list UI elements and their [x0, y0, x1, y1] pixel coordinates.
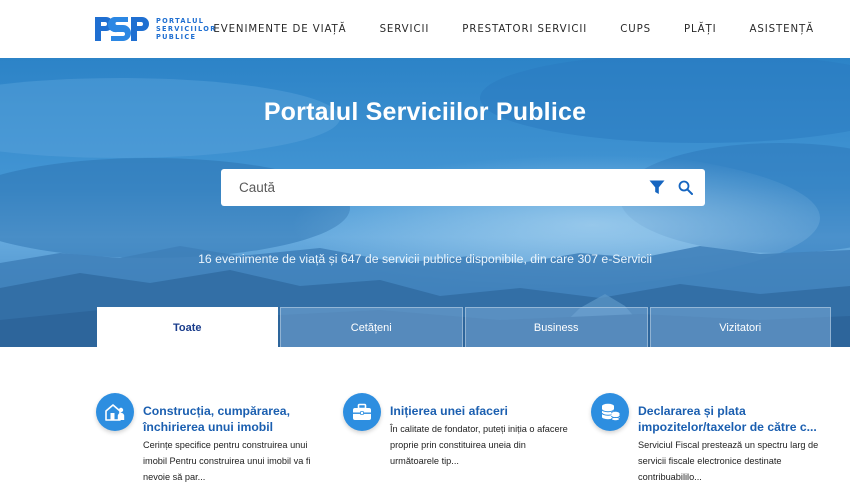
- page-title: Portalul Serviciilor Publice: [263, 98, 587, 126]
- card-description: Serviciul Fiscal prestează un spectru la…: [638, 437, 828, 485]
- nav-life-events[interactable]: EVENIMENTE DE VIAȚĂ: [213, 24, 346, 35]
- card-title[interactable]: Declararea și plata impozitelor/taxelor …: [638, 403, 828, 435]
- card-title-line: închirierea unui imobil: [143, 420, 274, 434]
- card-title[interactable]: Construcția, cumpărarea, închirierea unu…: [143, 403, 333, 435]
- house-person-icon: [105, 404, 125, 421]
- nav-services[interactable]: SERVICII: [380, 24, 430, 35]
- card-desc-line: nevoie să par...: [143, 472, 206, 482]
- search-input[interactable]: [221, 169, 705, 206]
- card-title-line: Construcția, cumpărarea,: [143, 404, 290, 418]
- card-description: În calitate de fondator, puteți iniția o…: [390, 421, 580, 469]
- card-body: Declararea și plata impozitelor/taxelor …: [638, 403, 828, 485]
- card-desc-line: proprie prin constituirea uneia din: [390, 440, 526, 450]
- services-stats: 16 evenimente de viață și 647 de servici…: [198, 252, 652, 266]
- tab-all[interactable]: Toate: [97, 307, 278, 347]
- tab-citizens[interactable]: Cetățeni: [279, 307, 463, 347]
- search-bar: [221, 169, 705, 206]
- card-description: Cerințe specifice pentru construirea unu…: [143, 437, 333, 485]
- card-title[interactable]: Inițierea unei afaceri: [390, 403, 580, 419]
- nav-cups[interactable]: CUPS: [620, 24, 651, 35]
- card-body: Inițierea unei afaceri În calitate de fo…: [390, 403, 580, 469]
- card-desc-line: contribuabililo...: [638, 472, 702, 482]
- card-title-line: impozitelor/taxelor de către c...: [638, 420, 817, 434]
- card-desc-line: Cerințe specifice pentru construirea unu…: [143, 440, 308, 450]
- card-title-line: Inițierea unei afaceri: [390, 404, 508, 418]
- tab-business[interactable]: Business: [465, 307, 648, 347]
- briefcase-icon: [353, 403, 371, 420]
- filter-icon[interactable]: [649, 180, 665, 195]
- life-events-list: Construcția, cumpărarea, închirierea unu…: [0, 347, 850, 500]
- audience-tabs: Toate Cetățeni Business Vizitatori: [97, 307, 831, 347]
- card-title-line: Declararea și plata: [638, 404, 746, 418]
- nav-assistance[interactable]: ASISTENȚĂ: [750, 24, 814, 35]
- card-desc-line: următoarele tip...: [390, 456, 459, 466]
- tab-visitors[interactable]: Vizitatori: [649, 307, 831, 347]
- hero-banner: Portalul Serviciilor Publice 16 evenimen…: [0, 58, 850, 347]
- card-icon-circle: [96, 393, 134, 431]
- nav-payments[interactable]: PLĂȚI: [684, 24, 717, 35]
- nav-service-providers[interactable]: PRESTATORI SERVICII: [462, 24, 587, 35]
- search-icon[interactable]: [678, 180, 693, 195]
- card-body: Construcția, cumpărarea, închirierea unu…: [143, 403, 333, 485]
- card-icon-circle: [591, 393, 629, 431]
- coins-icon: [601, 403, 620, 421]
- card-icon-circle: [343, 393, 381, 431]
- card-desc-line: servicii fiscale electronice destinate: [638, 456, 782, 466]
- card-desc-line: În calitate de fondator, puteți iniția o…: [390, 424, 568, 434]
- site-header: PORTALUL SERVICIILOR PUBLICE EVENIMENTE …: [0, 0, 850, 58]
- psp-logo-mark: [95, 17, 149, 41]
- main-nav: EVENIMENTE DE VIAȚĂ SERVICII PRESTATORI …: [180, 0, 814, 58]
- card-desc-line: Serviciul Fiscal prestează un spectru la…: [638, 440, 819, 450]
- card-desc-line: imobil Pentru construirea unui imobil va…: [143, 456, 311, 466]
